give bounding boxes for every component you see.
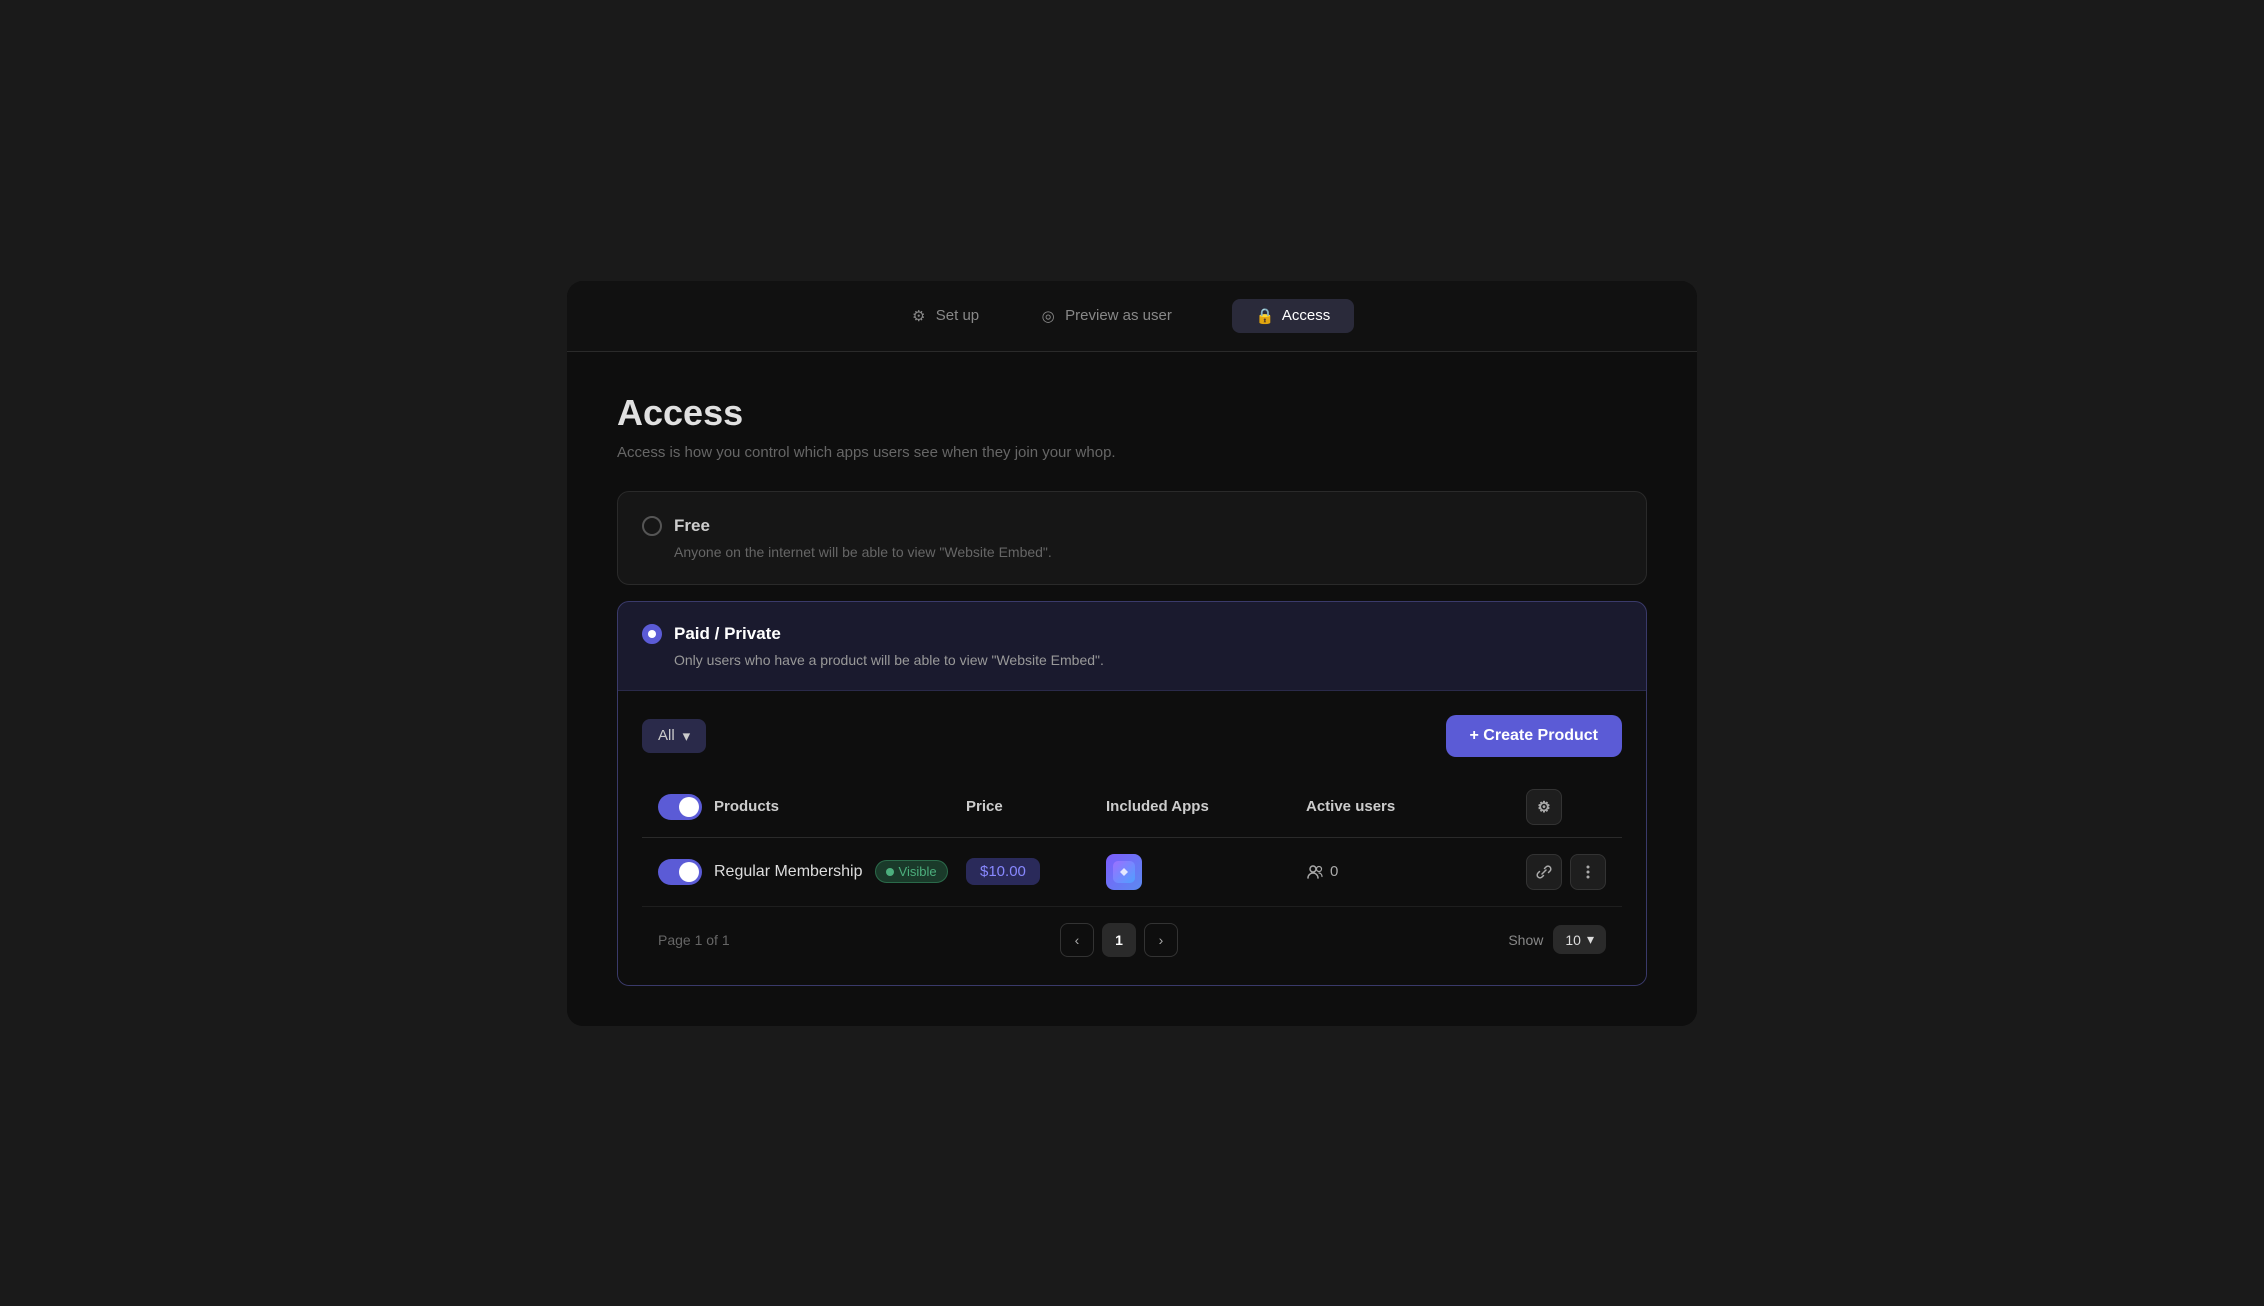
more-dots-icon: [1580, 864, 1596, 880]
included-apps-cell: [1106, 854, 1306, 890]
free-option-desc: Anyone on the internet will be able to v…: [674, 544, 1622, 560]
nav-preview[interactable]: ◎ Preview as user: [1039, 307, 1172, 325]
setup-icon: ⚙: [910, 307, 928, 325]
paid-card-header[interactable]: Paid / Private Only users who have a pro…: [618, 602, 1646, 691]
products-column-header: Products: [658, 794, 966, 820]
product-toggle-knob: [679, 862, 699, 882]
free-option-card[interactable]: Free Anyone on the internet will be able…: [617, 491, 1647, 585]
settings-button[interactable]: ⚙: [1526, 789, 1562, 825]
paid-radio[interactable]: [642, 624, 662, 644]
products-toggle[interactable]: [658, 794, 702, 820]
show-value: 10: [1565, 932, 1581, 948]
top-nav: ⚙ Set up ◎ Preview as user 🔒 Access: [567, 281, 1697, 352]
filter-label: All: [658, 727, 675, 744]
nav-access-label: Access: [1282, 307, 1330, 324]
users-icon: [1306, 863, 1324, 881]
visible-badge: Visible: [875, 860, 948, 883]
free-option-title: Free: [674, 516, 710, 536]
page-info: Page 1 of 1: [658, 932, 730, 948]
lock-icon: 🔒: [1256, 307, 1274, 325]
product-toggle[interactable]: [658, 859, 702, 885]
nav-setup[interactable]: ⚙ Set up: [910, 307, 979, 325]
products-col-label: Products: [714, 798, 779, 815]
filter-all-button[interactable]: All ▾: [642, 719, 706, 753]
product-name-cell: Regular Membership Visible: [658, 859, 966, 885]
prev-page-button[interactable]: ‹: [1060, 923, 1094, 957]
paid-option-title: Paid / Private: [674, 624, 781, 644]
price-value: $10.00: [966, 858, 1040, 885]
show-chevron-icon: ▾: [1587, 931, 1594, 948]
app-window: ⚙ Set up ◎ Preview as user 🔒 Access Acce…: [567, 281, 1697, 1026]
nav-setup-label: Set up: [936, 307, 979, 324]
next-page-button[interactable]: ›: [1144, 923, 1178, 957]
settings-header-cell: ⚙: [1526, 789, 1606, 825]
main-content: Access Access is how you control which a…: [567, 352, 1697, 1026]
link-button[interactable]: [1526, 854, 1562, 890]
pagination: Page 1 of 1 ‹ 1 › Show 10 ▾: [642, 907, 1622, 961]
table-header: Products Price Included Apps Active user…: [642, 777, 1622, 838]
visible-label: Visible: [899, 864, 937, 879]
create-product-button[interactable]: + Create Product: [1446, 715, 1622, 757]
active-users-col-label: Active users: [1306, 798, 1526, 815]
actions-cell: [1526, 854, 1606, 890]
paid-card-body: All ▾ + Create Product Products: [618, 691, 1646, 985]
paid-option-desc: Only users who have a product will be ab…: [674, 652, 1622, 668]
link-icon: [1536, 864, 1552, 880]
page-subtitle: Access is how you control which apps use…: [617, 444, 1647, 461]
current-page: 1: [1102, 923, 1136, 957]
nav-access[interactable]: 🔒 Access: [1232, 299, 1354, 333]
show-label: Show: [1508, 932, 1543, 948]
show-controls: Show 10 ▾: [1508, 925, 1606, 954]
active-users-value: 0: [1330, 863, 1338, 880]
chevron-down-icon: ▾: [683, 727, 691, 745]
app-icon: [1106, 854, 1142, 890]
show-select[interactable]: 10 ▾: [1553, 925, 1606, 954]
table-row: Regular Membership Visible $10.00: [642, 838, 1622, 907]
more-options-button[interactable]: [1570, 854, 1606, 890]
preview-icon: ◎: [1039, 307, 1057, 325]
nav-preview-label: Preview as user: [1065, 307, 1172, 324]
page-title: Access: [617, 392, 1647, 434]
price-col-label: Price: [966, 798, 1106, 815]
toggle-knob: [679, 797, 699, 817]
price-cell: $10.00: [966, 858, 1106, 885]
included-apps-col-label: Included Apps: [1106, 798, 1306, 815]
page-controls: ‹ 1 ›: [1060, 923, 1178, 957]
paid-option-card: Paid / Private Only users who have a pro…: [617, 601, 1647, 986]
active-users-cell: 0: [1306, 863, 1526, 881]
free-radio[interactable]: [642, 516, 662, 536]
visible-dot: [886, 868, 894, 876]
product-name: Regular Membership: [714, 863, 863, 881]
filter-row: All ▾ + Create Product: [642, 715, 1622, 757]
create-product-label: + Create Product: [1470, 727, 1598, 745]
